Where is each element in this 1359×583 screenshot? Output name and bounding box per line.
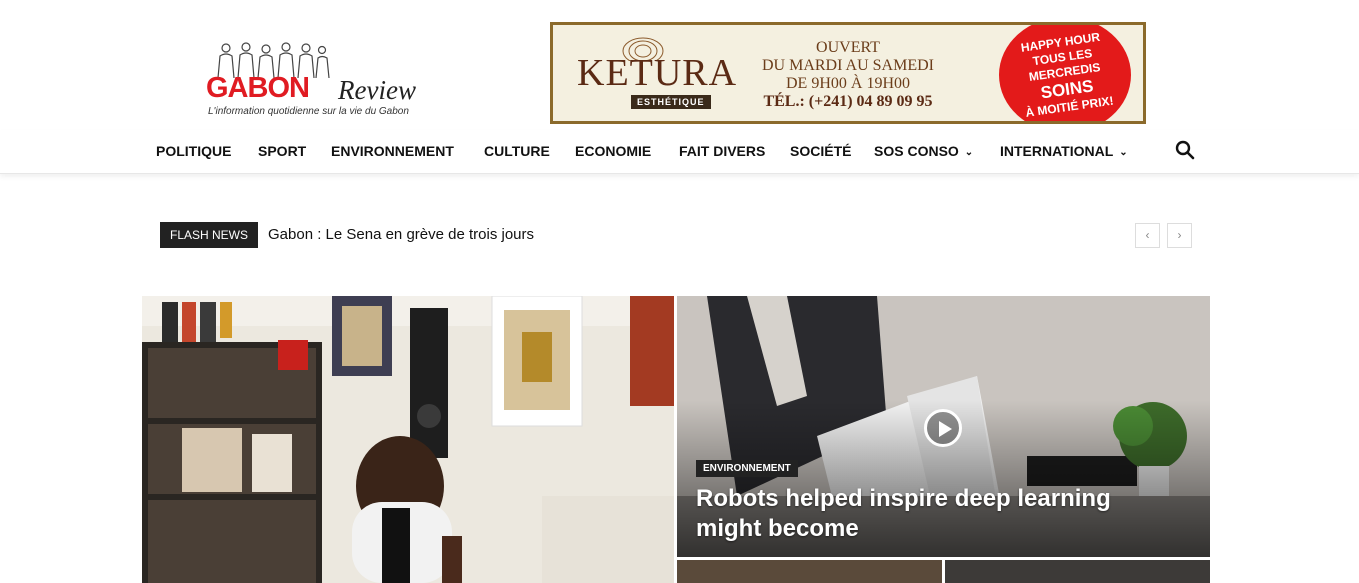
- nav-label: POLITIQUE: [156, 143, 232, 159]
- nav-label: ECONOMIE: [575, 143, 652, 159]
- ad-brand-sub: ESTHÉTIQUE: [631, 95, 711, 109]
- site-logo[interactable]: GABON Review L'information quotidienne s…: [206, 42, 422, 120]
- nav-item-fait-divers[interactable]: FAIT DIVERS: [679, 143, 765, 159]
- nav-label: SOCIÉTÉ: [790, 143, 852, 159]
- ad-phone: TÉL.: (+241) 04 89 09 95: [763, 93, 933, 110]
- ad-brand: KETURA: [577, 52, 738, 94]
- nav-item-culture[interactable]: CULTURE: [484, 143, 550, 159]
- play-icon[interactable]: [924, 409, 962, 447]
- ad-line-2: DU MARDI AU SAMEDI: [761, 57, 934, 74]
- flash-news-badge: FLASH NEWS: [160, 222, 259, 248]
- nav-label: SOS CONSO: [874, 143, 959, 159]
- nav-label: CULTURE: [484, 143, 550, 159]
- ticker-headline[interactable]: Gabon : Le Sena en grève de trois jours: [268, 226, 534, 243]
- search-icon[interactable]: [1175, 140, 1195, 160]
- photo-thumb-1[interactable]: [677, 560, 942, 583]
- header-top: GABON Review L'information quotidienne s…: [0, 0, 1359, 130]
- nav-label: INTERNATIONAL: [1000, 143, 1114, 159]
- featured-headline[interactable]: Robots helped inspire deep learning migh…: [696, 484, 1116, 544]
- ad-line-3: DE 9H00 À 19H00: [786, 75, 910, 92]
- nav-label: SPORT: [258, 143, 307, 159]
- photo-thumb-2[interactable]: [945, 560, 1210, 583]
- logo-tagline: L'information quotidienne sur la vie du …: [208, 106, 409, 117]
- ticker-prev-button[interactable]: ‹: [1135, 223, 1160, 248]
- nav-item-economie[interactable]: ECONOMIE: [575, 143, 651, 159]
- nav-item-sos-conso[interactable]: SOS CONSO ⌄: [874, 143, 973, 159]
- chevron-down-icon: ⌄: [964, 147, 974, 158]
- main-nav: POLITIQUE SPORT ENVIRONNEMENT CULTURE EC…: [0, 130, 1359, 174]
- nav-item-environnement[interactable]: ENVIRONNEMENT: [331, 143, 454, 159]
- photo-left-scene: [142, 296, 674, 583]
- nav-item-politique[interactable]: POLITIQUE: [156, 143, 231, 159]
- featured-category-badge[interactable]: ENVIRONNEMENT: [696, 460, 798, 477]
- nav-label: ENVIRONNEMENT: [331, 143, 454, 159]
- nav-label: FAIT DIVERS: [679, 143, 766, 159]
- logo-brand-main: GABON: [206, 72, 310, 104]
- featured-photo-left[interactable]: [142, 296, 674, 583]
- chevron-down-icon: ⌄: [1119, 147, 1128, 158]
- logo-brand-accent: Review: [338, 75, 416, 105]
- nav-item-societe[interactable]: SOCIÉTÉ: [790, 143, 851, 159]
- nav-item-sport[interactable]: SPORT: [258, 143, 306, 159]
- nav-item-international[interactable]: INTERNATIONAL ⌄: [1000, 143, 1128, 159]
- ad-line-1: OUVERT: [816, 39, 880, 56]
- ad-banner[interactable]: KETURA ESTHÉTIQUE OUVERT DU MARDI AU SAM…: [550, 22, 1146, 124]
- ticker-next-button[interactable]: ›: [1167, 223, 1192, 248]
- ad-hours: OUVERT DU MARDI AU SAMEDI DE 9H00 À 19H0…: [743, 39, 953, 111]
